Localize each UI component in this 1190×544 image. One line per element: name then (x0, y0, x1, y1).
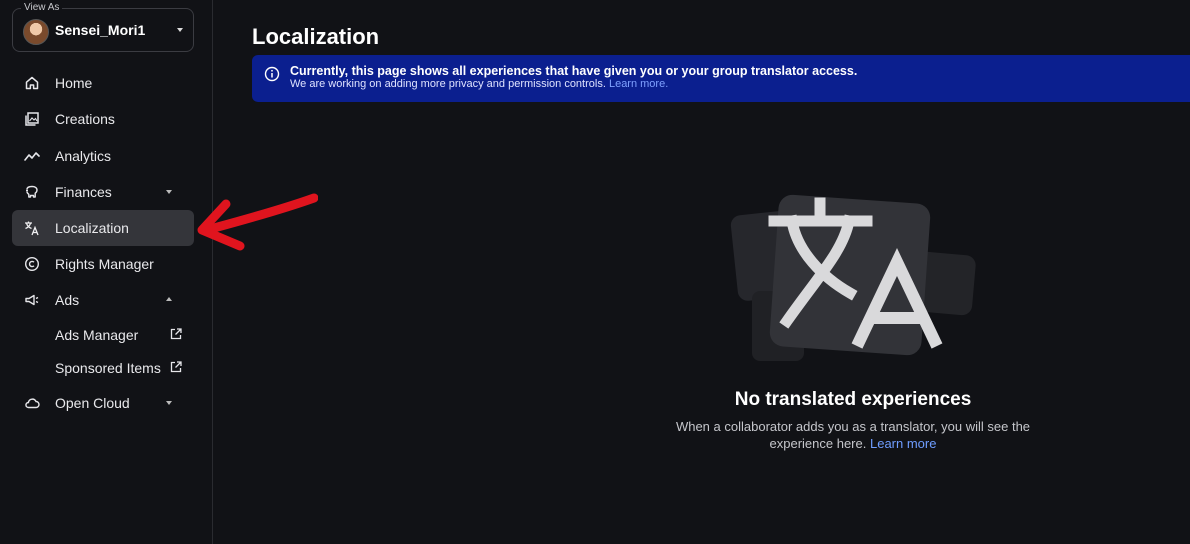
info-banner: Currently, this page shows all experienc… (252, 55, 1190, 102)
sidebar-item-open-cloud[interactable]: Open Cloud (12, 385, 194, 421)
sidebar-item-label: Localization (55, 220, 129, 236)
sidebar-item-finances[interactable]: Finances (12, 174, 194, 210)
chevron-up-icon[interactable] (166, 297, 172, 301)
page-title: Localization (252, 24, 380, 49)
sidebar-item-label: Rights Manager (55, 256, 154, 272)
empty-state-text: When a collaborator adds you as a transl… (660, 418, 1046, 452)
sidebar-item-sponsored-items[interactable]: Sponsored Items (12, 351, 194, 387)
sidebar: View As Sensei_Mori1 Home Creations Anal… (0, 0, 213, 544)
empty-state-title: No translated experiences (734, 389, 972, 410)
sidebar-item-label: Analytics (55, 148, 112, 164)
sidebar-item-label: Ads Manager (55, 327, 139, 343)
sidebar-item-label: Home (55, 75, 93, 91)
sidebar-item-ads[interactable]: Ads (12, 282, 194, 318)
sidebar-item-label: Open Cloud (55, 395, 130, 411)
sidebar-item-ads-manager[interactable]: Ads Manager (12, 318, 194, 354)
sidebar-item-label: Sponsored Items (55, 360, 161, 376)
sidebar-item-localization[interactable]: Localization (12, 210, 194, 246)
creations-icon (25, 112, 39, 126)
empty-state-learn-more-link[interactable]: Learn more (870, 436, 936, 451)
cloud-icon (25, 398, 40, 409)
empty-state-line1: When a collaborator adds you as a transl… (675, 419, 1031, 434)
view-as-selector[interactable]: View As Sensei_Mori1 (12, 2, 194, 52)
finances-icon (26, 185, 38, 198)
user-name: Sensei_Mori1 (55, 22, 146, 38)
sidebar-item-creations[interactable]: Creations (12, 101, 194, 137)
copyright-icon (24, 256, 40, 272)
view-as-label: View As (21, 2, 63, 13)
chevron-down-icon[interactable] (166, 190, 172, 194)
sidebar-item-rights-manager[interactable]: Rights Manager (12, 246, 194, 282)
external-link-icon (170, 361, 182, 373)
info-icon (264, 66, 280, 82)
chevron-down-icon (177, 28, 183, 32)
home-icon (25, 76, 39, 90)
translate-icon (730, 194, 976, 361)
banner-subtitle-text: We are working on adding more privacy an… (290, 78, 606, 90)
banner-learn-more-link[interactable]: Learn more. (609, 78, 668, 90)
avatar (23, 19, 49, 45)
banner-subtitle: We are working on adding more privacy an… (290, 78, 668, 90)
annotation-arrow-icon (197, 193, 318, 251)
translate-icon (25, 221, 39, 236)
sidebar-item-label: Finances (55, 184, 112, 200)
external-link-icon (170, 328, 182, 340)
sidebar-item-label: Ads (55, 292, 80, 308)
megaphone-icon (25, 294, 39, 306)
banner-title: Currently, this page shows all experienc… (290, 64, 858, 78)
empty-state-line2: experience here. (769, 436, 867, 451)
analytics-icon (24, 152, 40, 161)
sidebar-item-label: Creations (55, 111, 115, 127)
sidebar-item-home[interactable]: Home (12, 65, 194, 101)
chevron-down-icon[interactable] (166, 401, 172, 405)
sidebar-item-analytics[interactable]: Analytics (12, 138, 194, 174)
